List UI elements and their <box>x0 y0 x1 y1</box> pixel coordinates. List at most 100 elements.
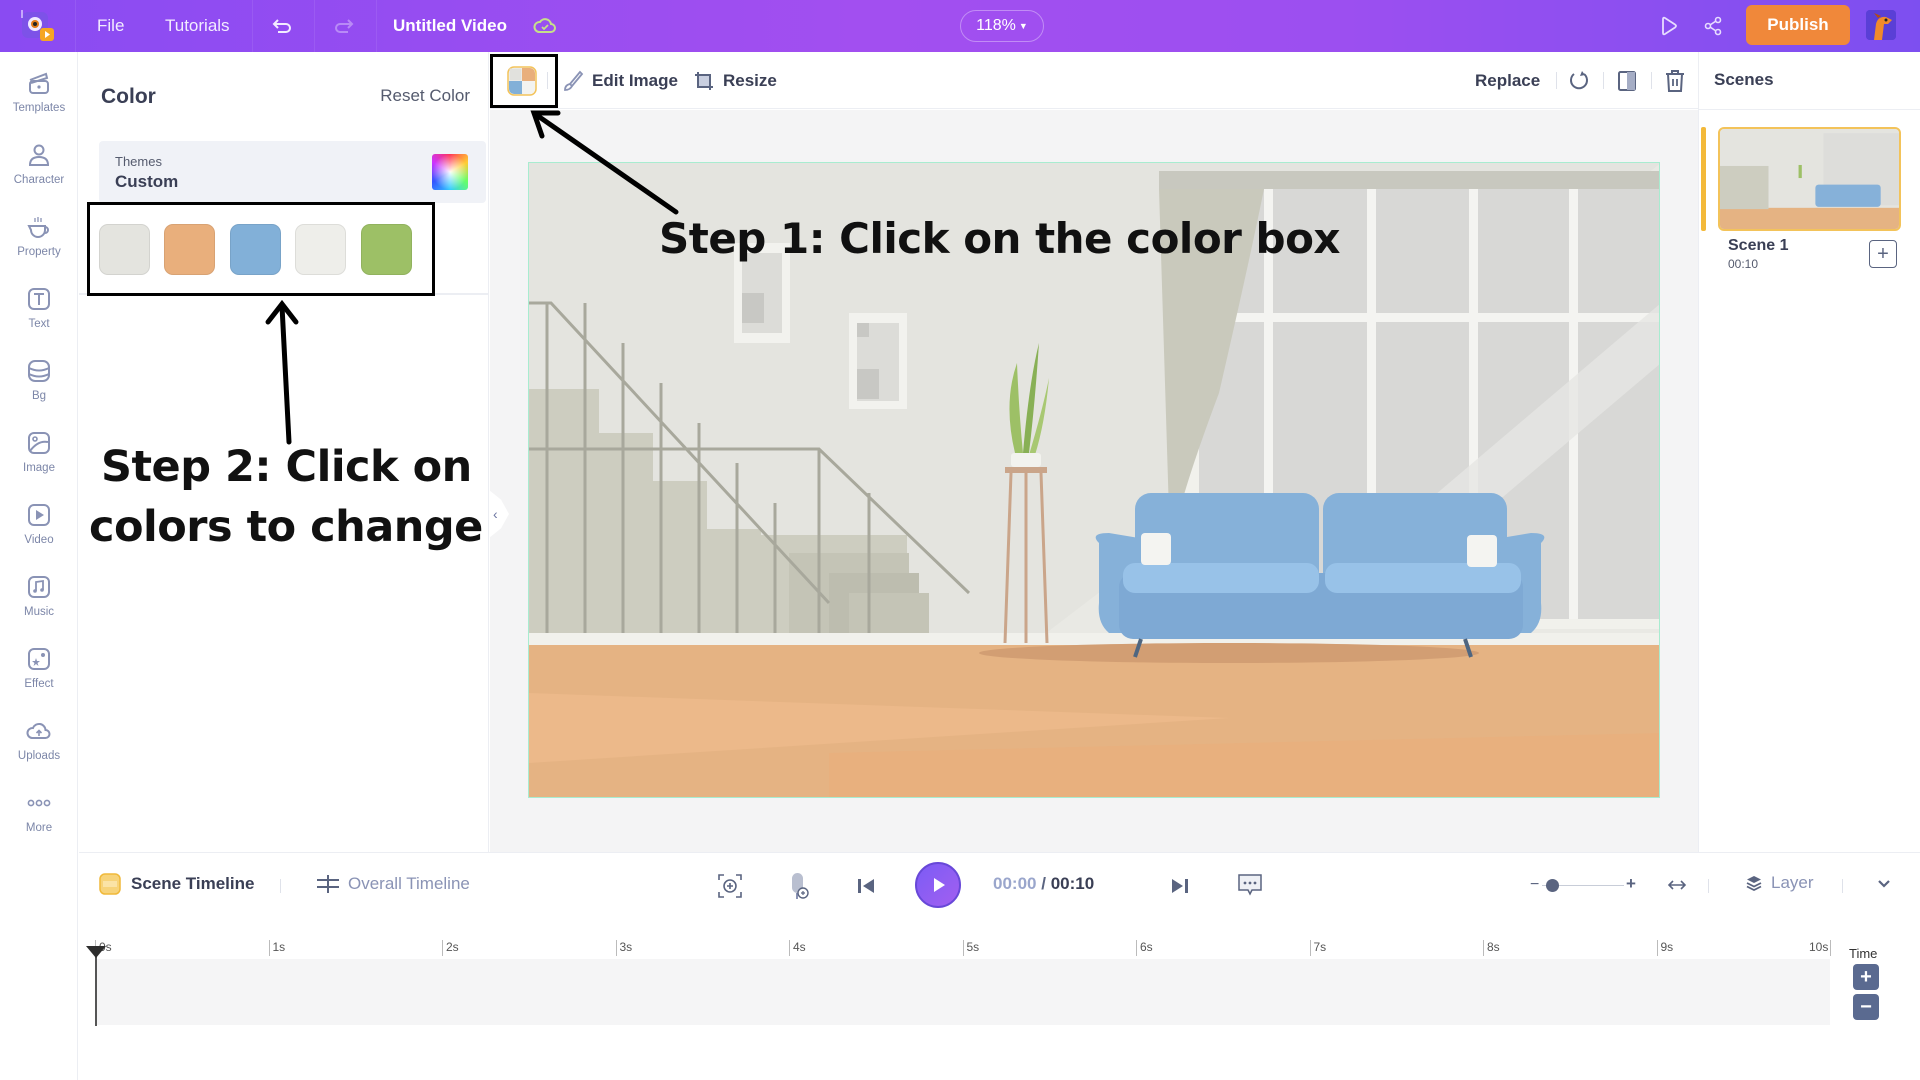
sidebar-item-templates[interactable]: Templates <box>0 66 78 134</box>
annotation-step1: Step 1: Click on the color box <box>659 214 1341 263</box>
element-toolbar: Edit Image Resize Replace <box>490 52 1698 109</box>
sidebar-item-uploads[interactable]: Uploads <box>0 714 78 782</box>
zoom-level-value: 118% <box>976 17 1016 34</box>
overall-timeline-icon <box>317 875 339 893</box>
cloud-save-status <box>533 0 557 52</box>
timeline-tick: 10s <box>1806 940 1832 956</box>
cloud-upload-icon <box>26 722 51 739</box>
skip-forward-icon <box>1172 879 1188 893</box>
edit-image-button[interactable]: Edit Image <box>562 52 678 109</box>
share-button[interactable] <box>1703 0 1723 52</box>
delete-button[interactable] <box>1664 52 1686 109</box>
playhead-line[interactable] <box>95 946 97 1026</box>
sidebar-item-effect[interactable]: Effect <box>0 642 78 710</box>
microphone-icon <box>792 873 809 899</box>
share-icon <box>1704 16 1722 36</box>
sidebar-item-image[interactable]: Image <box>0 426 78 494</box>
chevron-down-icon <box>1878 880 1890 888</box>
slider-handle[interactable] <box>1545 879 1559 892</box>
active-scene-indicator <box>1701 127 1706 231</box>
cup-icon <box>27 217 49 238</box>
skip-forward-button[interactable] <box>1170 876 1190 901</box>
zoom-capture-icon <box>718 874 742 898</box>
flip-rotate-button[interactable] <box>1567 52 1591 109</box>
crop-icon <box>695 71 713 90</box>
color-wheel-icon[interactable] <box>432 154 468 190</box>
redo-icon <box>335 19 354 33</box>
project-title[interactable]: Untitled Video <box>393 0 507 52</box>
reset-color-button[interactable]: Reset Color <box>380 86 470 106</box>
annotation-box-swatches <box>87 202 435 296</box>
redo-button[interactable] <box>334 0 354 52</box>
chat-bubble-icon <box>1238 874 1262 896</box>
playhead-handle[interactable] <box>86 946 106 958</box>
file-menu[interactable]: File <box>97 0 124 52</box>
sidebar-item-video[interactable]: Video <box>0 498 78 566</box>
plus-icon: + <box>1877 242 1889 265</box>
collapse-timeline-button[interactable] <box>1876 877 1892 895</box>
play-icon <box>934 878 945 892</box>
subtitles-button[interactable] <box>1237 873 1263 902</box>
resize-button[interactable]: Resize <box>693 52 777 109</box>
scene-thumbnail[interactable] <box>1718 127 1901 231</box>
sidebar-item-more[interactable]: More <box>0 786 78 854</box>
timeline-tick: 1s <box>268 940 285 956</box>
time-zoom-in-button[interactable]: + <box>1853 964 1879 990</box>
app-logo[interactable] <box>18 8 58 44</box>
tab-overall-timeline[interactable]: Overall Timeline <box>316 873 470 895</box>
arrows-horizontal-icon <box>1667 880 1687 890</box>
tutorials-menu[interactable]: Tutorials <box>165 0 230 52</box>
tab-scene-timeline[interactable]: Scene Timeline <box>99 873 254 895</box>
themes-value: Custom <box>115 172 179 191</box>
sidebar-item-music[interactable]: Music <box>0 570 78 638</box>
more-dots-icon <box>27 799 51 807</box>
timeline-tick: 5s <box>962 940 979 956</box>
voiceover-button[interactable] <box>788 871 810 906</box>
sidebar-item-text[interactable]: Text <box>0 282 78 350</box>
zoom-in-timeline[interactable]: + <box>1626 874 1636 894</box>
undo-button[interactable] <box>272 0 292 52</box>
scene-duration: 00:10 <box>1728 257 1759 271</box>
preview-button[interactable] <box>1660 0 1678 52</box>
zoom-level-dropdown[interactable]: 118% ▼ <box>960 10 1044 42</box>
plus-icon: + <box>1860 965 1872 988</box>
scene-thumbnail-image <box>1720 129 1899 229</box>
themes-selector[interactable]: Themes Custom <box>99 141 486 203</box>
layers-icon <box>28 360 50 382</box>
play-button[interactable] <box>915 862 961 908</box>
effect-icon <box>28 648 50 670</box>
opacity-icon <box>1618 70 1636 91</box>
user-avatar[interactable] <box>1866 10 1896 40</box>
timeline-tick: 6s <box>1136 940 1153 956</box>
rotate-icon <box>1570 70 1588 89</box>
sidebar-item-bg[interactable]: Bg <box>0 354 78 422</box>
skip-back-icon <box>858 879 874 893</box>
capture-button[interactable] <box>717 873 743 904</box>
publish-button[interactable]: Publish <box>1746 5 1850 45</box>
replace-button[interactable]: Replace <box>1475 52 1540 109</box>
add-scene-button[interactable]: + <box>1869 240 1897 268</box>
fit-timeline-button[interactable] <box>1667 877 1687 898</box>
logo-icon <box>21 10 54 41</box>
zoom-out-timeline[interactable]: − <box>1530 876 1539 894</box>
scenes-title: Scenes <box>1714 70 1774 89</box>
scene-name: Scene 1 <box>1728 237 1789 254</box>
avatar-icon <box>1866 10 1896 40</box>
current-time: 00:00 <box>993 874 1037 893</box>
panel-title: Color <box>101 85 156 108</box>
annotation-step2-line2: colors to change <box>89 502 483 552</box>
skip-back-button[interactable] <box>856 876 876 901</box>
time-display: 00:00 / 00:10 <box>993 874 1095 893</box>
person-icon <box>28 144 50 166</box>
chevron-left-icon: ‹ <box>493 506 498 522</box>
opacity-button[interactable] <box>1615 52 1639 109</box>
time-zoom-out-button[interactable]: − <box>1853 994 1879 1020</box>
timeline-ruler[interactable]: 0s 1s 2s 3s 4s 5s 6s 7s 8s 9s 10s <box>95 940 1832 1030</box>
cloud-check-icon <box>533 18 556 33</box>
sidebar-item-character[interactable]: Character <box>0 138 78 206</box>
undo-icon <box>272 19 291 33</box>
annotation-box-color-button <box>490 54 558 108</box>
chevron-down-icon: ▼ <box>1018 21 1028 31</box>
layer-button[interactable]: Layer <box>1745 873 1814 893</box>
sidebar-item-property[interactable]: Property <box>0 210 78 278</box>
